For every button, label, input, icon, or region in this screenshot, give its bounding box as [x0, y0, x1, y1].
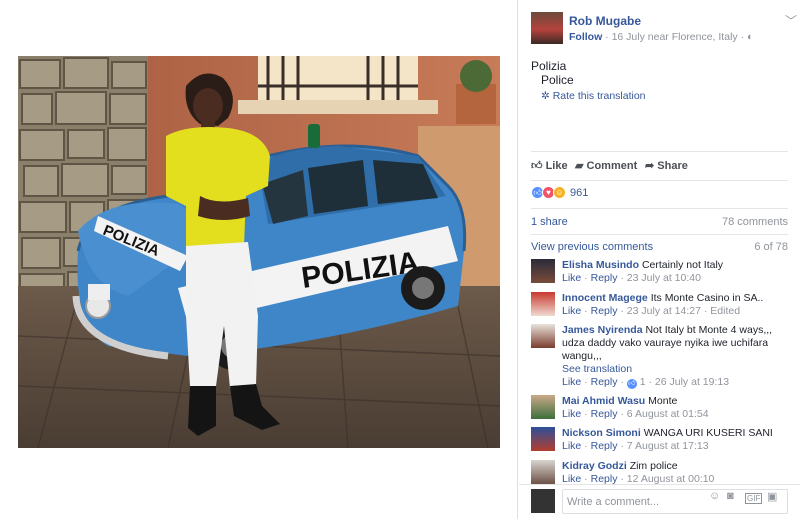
see-translation-link[interactable]: See translation — [562, 363, 790, 376]
comment-meta: Like · Reply · 7 August at 17:13 — [562, 440, 709, 452]
comment-timestamp[interactable]: · 7 August at 17:13 — [620, 440, 708, 452]
commenter-avatar[interactable] — [531, 395, 555, 419]
comment-meta: Like · Reply · 23 July at 14:27 · Edited — [562, 305, 741, 317]
commenter-avatar[interactable] — [531, 427, 555, 451]
comments-pagination: View previous comments 6 of 78 — [531, 241, 788, 253]
post-photo[interactable]: POLIZIA POLIZIA — [18, 56, 500, 448]
comment-text: Its Monte Casino in SA.. — [650, 292, 764, 304]
comment-text: WANGA URI KUSERI SANI — [643, 427, 773, 439]
comment-like-link[interactable]: Like — [562, 440, 581, 452]
post-content: Polizia Police ✲ Rate this translation — [531, 59, 646, 102]
photo-pane: POLIZIA POLIZIA — [0, 0, 518, 519]
divider — [531, 208, 788, 209]
gear-icon: ✲ — [541, 90, 553, 102]
post-meta: Follow · 16 July near Florence, Italy · … — [569, 31, 753, 43]
post-date-location: · 16 July near Florence, Italy · — [605, 31, 745, 43]
post-text: Polizia — [531, 59, 567, 73]
comment-timestamp[interactable]: · 23 July at 10:40 — [620, 272, 701, 284]
comment-author[interactable]: Innocent Magege — [562, 292, 648, 304]
thumbs-up-icon: 👍︎ — [531, 160, 546, 172]
haha-reaction-icon: ☺ — [553, 186, 566, 199]
comment-timestamp[interactable]: · 6 August at 01:54 — [620, 408, 708, 420]
comment-author[interactable]: Mai Ahmid Wasu — [562, 395, 645, 407]
comment-reply-link[interactable]: Reply — [591, 376, 618, 388]
comment-text: Zim police — [629, 460, 678, 472]
comment-like-link[interactable]: Like — [562, 376, 581, 388]
comment-meta: Like · Reply · 👍︎ 1 · 26 July at 19:13 — [562, 376, 730, 389]
camera-icon[interactable]: ◙ — [727, 490, 734, 502]
comment-like-link[interactable]: Like — [562, 408, 581, 420]
gif-icon[interactable]: GIF — [745, 493, 763, 504]
audience-globe-icon: ◐ — [746, 31, 754, 43]
view-previous-comments-link[interactable]: View previous comments — [531, 241, 653, 253]
like-label: Like — [545, 160, 568, 172]
comment-reply-link[interactable]: Reply — [591, 440, 618, 452]
comment-author[interactable]: James Nyirenda — [562, 324, 643, 336]
share-icon: ➦ — [645, 160, 658, 172]
engagement-stats: 1 share 78 comments — [531, 216, 788, 228]
comments-count[interactable]: 78 comments — [722, 216, 788, 228]
comment-author[interactable]: Nickson Simoni — [562, 427, 641, 439]
divider — [531, 234, 788, 235]
commenter-avatar[interactable] — [531, 259, 555, 283]
comment-text: Monte — [648, 395, 678, 407]
shares-count[interactable]: 1 share — [531, 216, 568, 228]
comment-text: Certainly not Italy — [641, 259, 724, 271]
comment-meta: Like · Reply · 23 July at 10:40 — [562, 272, 701, 284]
comment-meta: Like · Reply · 6 August at 01:54 — [562, 408, 709, 420]
commenter-avatar[interactable] — [531, 460, 555, 484]
sticker-icon[interactable]: ▣ — [767, 490, 777, 503]
comment-timestamp[interactable]: · 23 July at 14:27 · Edited — [620, 305, 740, 317]
photo-illustration: POLIZIA POLIZIA — [18, 56, 500, 448]
comment-label: Comment — [586, 160, 638, 172]
post-sidebar: Rob Mugabe Follow · 16 July near Florenc… — [519, 0, 800, 519]
comment-like-link[interactable]: Like — [562, 305, 581, 317]
like-reaction-icon: 👍︎ — [626, 379, 637, 389]
comment-reply-link[interactable]: Reply — [591, 408, 618, 420]
emoji-icon[interactable]: ☺ — [709, 490, 720, 502]
comment-reaction-count[interactable]: 1 — [640, 376, 646, 388]
post-header: Rob Mugabe Follow · 16 July near Florenc… — [531, 12, 797, 46]
comment-author[interactable]: Kidray Godzi — [562, 460, 627, 472]
author-name[interactable]: Rob Mugabe — [569, 14, 641, 28]
write-comment-bar: Write a comment... ☺ ◙ GIF ▣ — [519, 484, 800, 519]
rate-translation-label: Rate this translation — [552, 90, 646, 102]
comments-position: 6 of 78 — [754, 241, 788, 253]
comment-timestamp[interactable]: · 26 July at 19:13 — [649, 376, 730, 388]
comment-reply-link[interactable]: Reply — [591, 305, 618, 317]
chevron-down-icon[interactable]: ﹀ — [785, 12, 797, 29]
current-user-avatar — [531, 489, 555, 513]
divider — [531, 151, 788, 152]
divider — [531, 180, 788, 181]
follow-link[interactable]: Follow — [569, 31, 602, 43]
comment-author[interactable]: Elisha Musindo — [562, 259, 639, 271]
reactions-count: 961 — [570, 187, 589, 199]
commenter-avatar[interactable] — [531, 292, 555, 316]
author-avatar[interactable] — [531, 12, 563, 44]
share-button[interactable]: ➦ Share — [645, 159, 688, 172]
comment-icon: ▰ — [575, 160, 587, 172]
rate-translation-link[interactable]: ✲ Rate this translation — [541, 90, 646, 102]
comment-button[interactable]: ▰ Comment — [575, 159, 637, 172]
comment-reply-link[interactable]: Reply — [591, 272, 618, 284]
post-translation: Police — [541, 73, 574, 87]
commenter-avatar[interactable] — [531, 324, 555, 348]
comment-like-link[interactable]: Like — [562, 272, 581, 284]
post-actions: 👍︎ Like ▰ Comment ➦ Share — [531, 157, 788, 175]
like-button[interactable]: 👍︎ Like — [531, 159, 568, 172]
share-label: Share — [657, 160, 688, 172]
